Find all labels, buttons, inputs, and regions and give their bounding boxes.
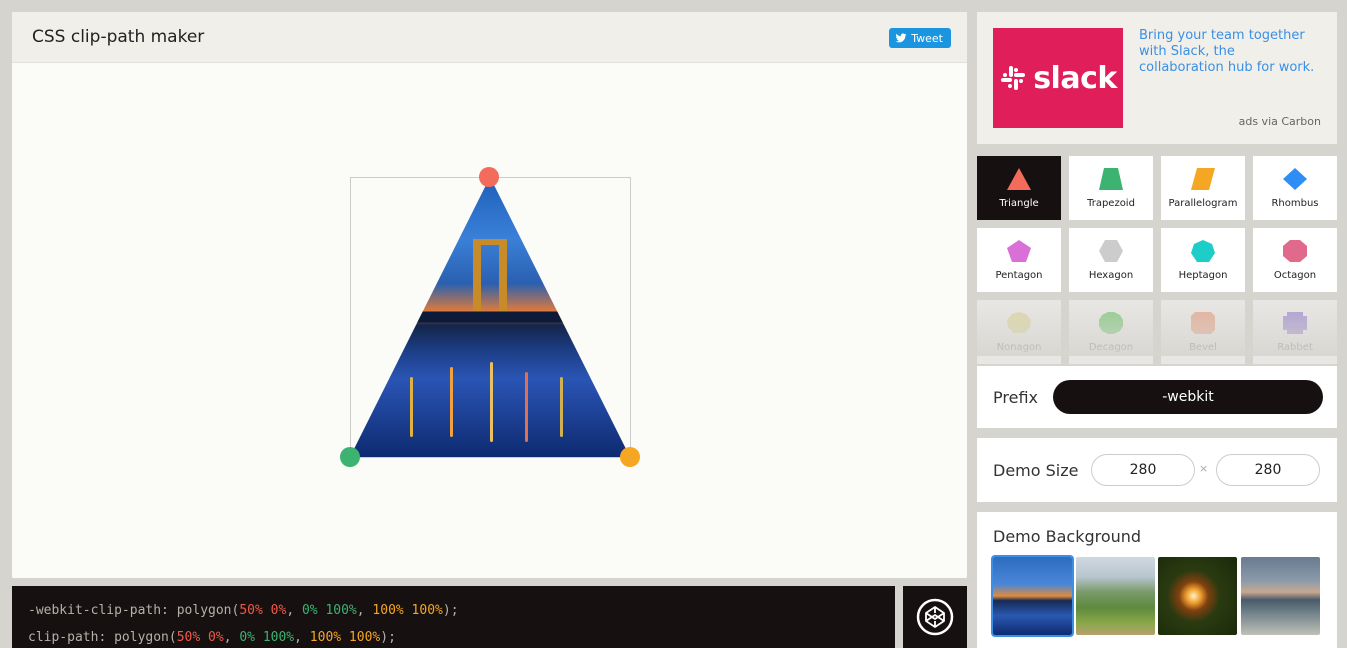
decagon-icon: [1099, 312, 1123, 334]
bg-thumb-ocean[interactable]: [1241, 557, 1320, 635]
demo-width-input[interactable]: [1091, 454, 1195, 486]
trapezoid-icon: [1099, 168, 1123, 190]
rabbet-icon: [1283, 312, 1307, 334]
bg-thumb-hills[interactable]: [1076, 557, 1155, 635]
tweet-label: Tweet: [911, 31, 943, 45]
demo-background-label: Demo Background: [993, 527, 1142, 546]
ad-brand-name: slack: [1033, 60, 1117, 96]
shape-bevel-button[interactable]: Bevel: [1161, 300, 1245, 364]
twitter-bird-icon: [895, 33, 907, 43]
ad-via-label[interactable]: ads via Carbon: [1239, 115, 1321, 128]
shape-octagon-button[interactable]: Octagon: [1253, 228, 1337, 292]
shape-trapezoid-button[interactable]: Trapezoid: [1069, 156, 1153, 220]
demo-size-label: Demo Size: [993, 461, 1079, 480]
point-2-handle[interactable]: [340, 447, 360, 467]
page-title: CSS clip-path maker: [32, 27, 205, 47]
demo-header: CSS clip-path maker Tweet: [12, 12, 967, 63]
shape-rhombus-button[interactable]: Rhombus: [1253, 156, 1337, 220]
shape-decagon-button[interactable]: Decagon: [1069, 300, 1153, 364]
pentagon-icon: [1007, 240, 1031, 262]
shape-heptagon-button[interactable]: Heptagon: [1161, 228, 1245, 292]
triangle-icon: [1007, 168, 1031, 190]
parallelogram-icon: [1191, 168, 1215, 190]
codepen-button[interactable]: [903, 586, 967, 648]
point-1-handle[interactable]: [479, 167, 499, 187]
demo-area: [12, 63, 967, 578]
shape-nonagon-button[interactable]: Nonagon: [977, 300, 1061, 364]
shape-triangle-button[interactable]: Triangle: [977, 156, 1061, 220]
demo-height-input[interactable]: [1216, 454, 1320, 486]
demo-size-panel: Demo Size ×: [977, 438, 1337, 502]
hexagon-icon: [1099, 240, 1123, 262]
carbon-ad: slack Bring your team together with Slac…: [977, 12, 1337, 144]
rhombus-icon: [1283, 168, 1307, 190]
demo-background-panel: Demo Background: [977, 512, 1337, 648]
slack-logo-icon: [1001, 66, 1026, 90]
prefix-panel: Prefix -webkit: [977, 366, 1337, 428]
bg-thumb-sparkler[interactable]: [1158, 557, 1237, 635]
octagon-icon: [1283, 240, 1307, 262]
bevel-icon: [1191, 312, 1215, 334]
codepen-icon: [916, 598, 954, 636]
nonagon-icon: [1007, 312, 1031, 333]
prefix-label: Prefix: [993, 388, 1038, 407]
shape-pentagon-button[interactable]: Pentagon: [977, 228, 1061, 292]
heptagon-icon: [1191, 240, 1215, 262]
prefix-toggle[interactable]: -webkit: [1053, 380, 1323, 414]
shape-rabbet-button[interactable]: Rabbet: [1253, 300, 1337, 364]
tweet-button[interactable]: Tweet: [889, 28, 951, 48]
demo-panel: CSS clip-path maker Tweet: [12, 12, 967, 578]
bg-thumb-bridge[interactable]: [991, 555, 1074, 637]
code-line-standard: clip-path: polygon(50% 0%, 0% 100%, 100%…: [28, 630, 396, 645]
shape-hexagon-button[interactable]: Hexagon: [1069, 228, 1153, 292]
ad-link-text[interactable]: Bring your team together with Slack, the…: [1139, 28, 1323, 76]
slack-ad-image[interactable]: slack: [993, 28, 1123, 128]
css-code-output[interactable]: -webkit-clip-path: polygon(50% 0%, 0% 10…: [12, 586, 895, 648]
code-line-webkit: -webkit-clip-path: polygon(50% 0%, 0% 10…: [28, 603, 459, 618]
size-separator: ×: [1199, 462, 1209, 475]
shape-parallelogram-button[interactable]: Parallelogram: [1161, 156, 1245, 220]
point-3-handle[interactable]: [620, 447, 640, 467]
